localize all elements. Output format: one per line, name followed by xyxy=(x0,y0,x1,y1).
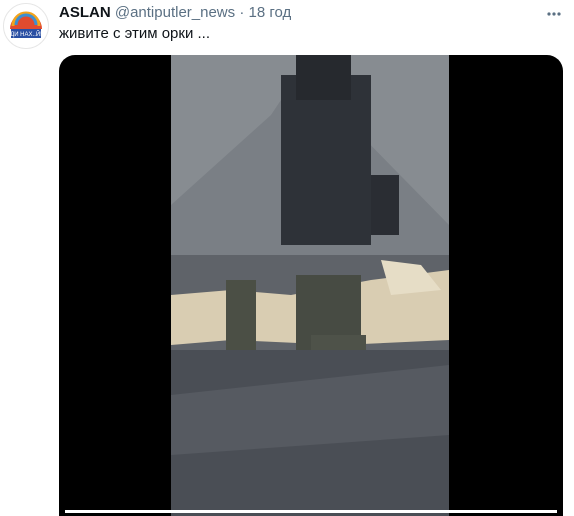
timestamp[interactable]: 18 год xyxy=(248,4,291,21)
video-progress-bar[interactable] xyxy=(65,510,557,513)
video-scene xyxy=(171,55,449,516)
author-handle[interactable]: @antiputler_news xyxy=(115,4,235,21)
avatar-image: ДИ НАХ..Й! xyxy=(4,4,48,48)
tweet-header: ASLAN @antiputler_news · 18 год xyxy=(59,3,534,23)
tweet-text: живите с этим орки ... xyxy=(59,25,210,42)
more-options-icon[interactable] xyxy=(546,6,562,22)
video-player[interactable] xyxy=(59,55,563,516)
tweet[interactable]: ДИ НАХ..Й! ASLAN @antiputler_news · 18 г… xyxy=(0,0,574,516)
video-frame xyxy=(171,55,449,516)
author-name[interactable]: ASLAN xyxy=(59,4,111,21)
separator: · xyxy=(239,4,245,21)
avatar-label: ДИ НАХ..Й! xyxy=(10,30,42,38)
avatar[interactable]: ДИ НАХ..Й! xyxy=(3,3,49,49)
video-progress-fill xyxy=(65,510,557,513)
